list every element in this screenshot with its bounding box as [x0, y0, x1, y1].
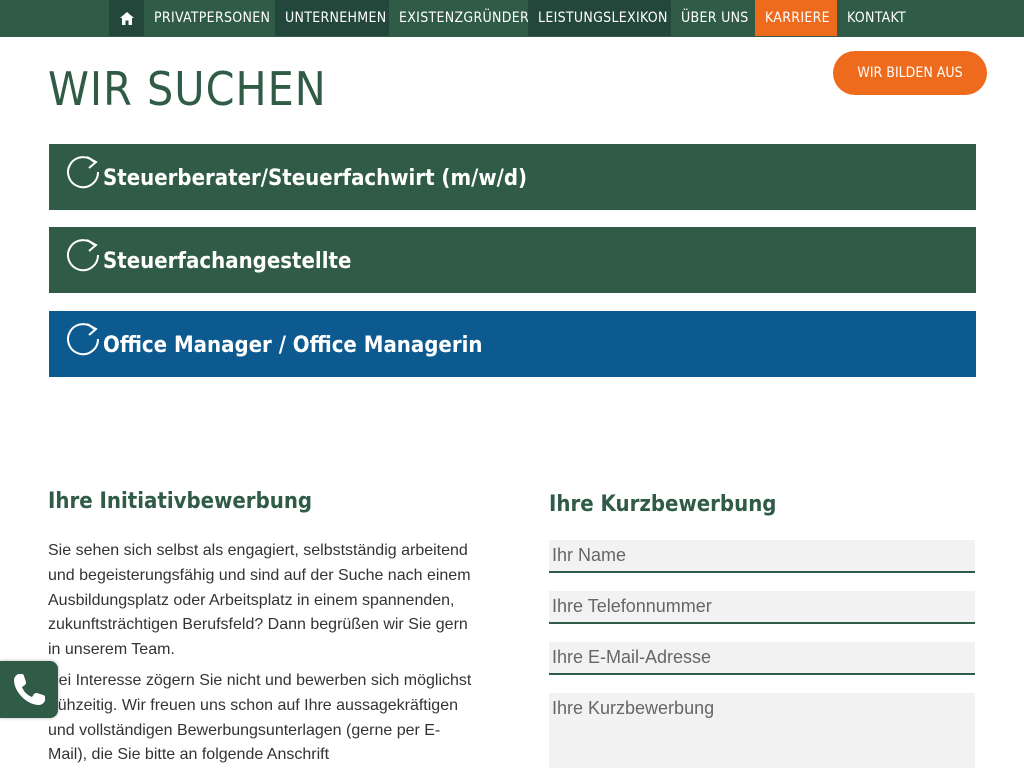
- job-title: Office Manager / Office Managerin: [103, 333, 483, 358]
- job-accordion-office-manager[interactable]: Office Manager / Office Managerin: [49, 311, 976, 377]
- job-accordion-steuerfachangestellte[interactable]: Steuerfachangestellte: [49, 227, 976, 293]
- home-icon: [119, 11, 134, 25]
- nav-item-leistungslexikon[interactable]: LEISTUNGSLEXIKON: [528, 0, 671, 36]
- nav-item-privatpersonen[interactable]: PRIVATPERSONEN: [144, 0, 275, 36]
- nav-item-karriere[interactable]: KARRIERE: [755, 0, 837, 36]
- refresh-icon: [67, 323, 100, 356]
- nav-item-unternehmen[interactable]: UNTERNEHMEN: [275, 0, 389, 36]
- phone-input[interactable]: [549, 591, 975, 624]
- phone-icon: [14, 673, 45, 705]
- job-title: Steuerberater/Steuerfachwirt (m/w/d): [103, 166, 528, 191]
- initiative-heading: Ihre Initiativbewerbung: [48, 489, 313, 514]
- phone-call-button[interactable]: [0, 661, 58, 718]
- refresh-icon: [67, 239, 100, 272]
- wir-bilden-aus-button[interactable]: WIR BILDEN AUS: [833, 51, 987, 95]
- email-input[interactable]: [549, 642, 975, 675]
- job-title: Steuerfachangestellte: [103, 249, 352, 274]
- message-textarea[interactable]: [549, 693, 975, 768]
- page-title: WIR SUCHEN: [48, 62, 327, 116]
- job-accordion-steuerberater[interactable]: Steuerberater/Steuerfachwirt (m/w/d): [49, 144, 976, 210]
- initiative-paragraph-1: Sie sehen sich selbst als engagiert, sel…: [48, 542, 471, 659]
- nav-list: PRIVATPERSONEN UNTERNEHMEN EXISTENZGRÜND…: [109, 0, 915, 36]
- nav-item-kontakt[interactable]: KONTAKT: [837, 0, 915, 36]
- nav-item-ueber-uns[interactable]: ÜBER UNS: [671, 0, 755, 36]
- initiative-paragraph-2: Bei Interesse zögern Sie nicht und bewer…: [48, 672, 472, 764]
- refresh-icon: [67, 156, 100, 189]
- nav-item-existenzgruender[interactable]: EXISTENZGRÜNDER: [389, 0, 529, 36]
- top-navigation: PRIVATPERSONEN UNTERNEHMEN EXISTENZGRÜND…: [0, 0, 1024, 37]
- nav-home[interactable]: [109, 0, 144, 36]
- form-heading: Ihre Kurzbewerbung: [549, 492, 777, 517]
- name-input[interactable]: [549, 540, 975, 573]
